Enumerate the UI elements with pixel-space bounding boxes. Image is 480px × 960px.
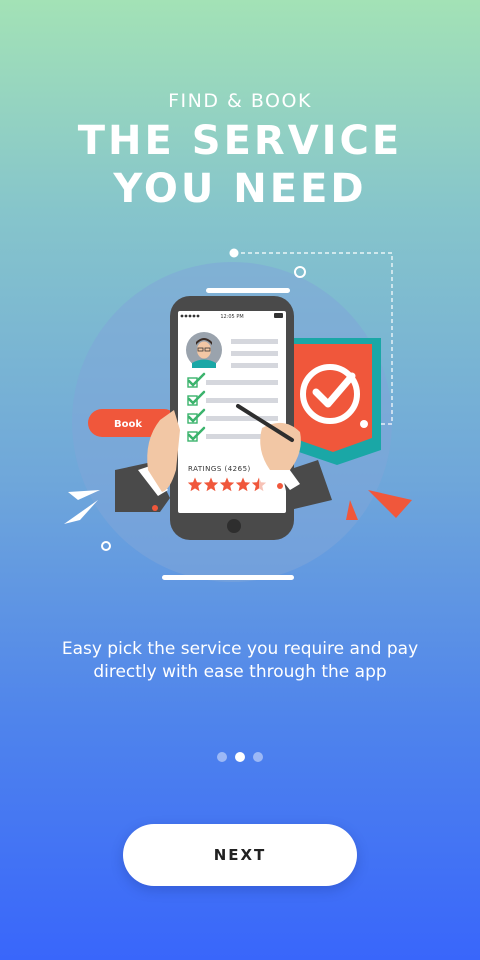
cufflink (277, 483, 283, 489)
text-placeholder (231, 339, 278, 344)
description-line-1: Easy pick the service you require and pa… (61, 639, 419, 659)
page-dot-2-active[interactable] (235, 752, 245, 762)
page-dot-1[interactable] (217, 752, 227, 762)
battery-icon (274, 313, 283, 318)
ring-decoration (101, 541, 111, 551)
connector-dot (360, 420, 368, 428)
page-title-line-1: THE SERVICE (77, 118, 403, 164)
ratings-label: RATINGS (4265) (188, 465, 251, 473)
description: Easy pick the service you require and pa… (30, 638, 450, 684)
ring-decoration (294, 266, 306, 278)
description-line-2: directly with ease through the app (93, 662, 387, 682)
onboarding-screen: FIND & BOOK THE SERVICE YOU NEED Book 12… (0, 0, 480, 960)
confetti-shape (368, 490, 412, 518)
cufflink (152, 505, 158, 511)
top-line (206, 288, 290, 293)
page-indicator (0, 752, 480, 762)
status-time: 12:05 PM (220, 314, 243, 320)
confetti-shape (64, 500, 98, 524)
text-placeholder (231, 351, 278, 356)
avatar-face (197, 341, 211, 359)
page-dot-3[interactable] (253, 752, 263, 762)
connector-dot (229, 248, 239, 258)
home-button (227, 519, 241, 533)
page-title-line-2: YOU NEED (113, 166, 367, 212)
next-button[interactable]: NEXT (123, 824, 357, 886)
booking-illustration: Book 12:05 PM RATINGS (4265) (64, 248, 412, 582)
book-label: Book (114, 419, 142, 430)
kicker-text: FIND & BOOK (168, 90, 312, 112)
text-placeholder (231, 363, 278, 368)
bottom-line (162, 575, 294, 580)
